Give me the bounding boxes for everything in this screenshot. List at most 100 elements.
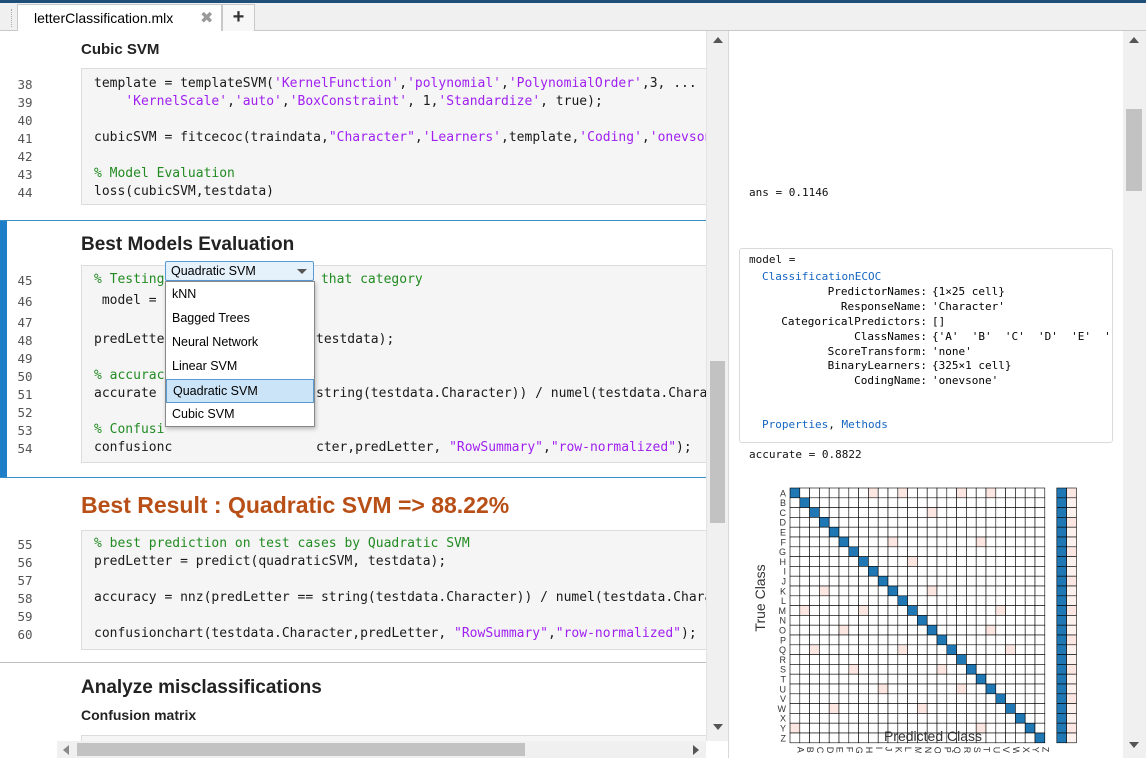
code-line-51[interactable]: accurate (94, 386, 164, 401)
x-tick-label: W (1011, 747, 1021, 753)
line-number: 60 (17, 627, 33, 642)
editor-horizontal-scrollbar[interactable] (57, 741, 706, 758)
output-vertical-scrollbar[interactable] (1123, 31, 1146, 758)
matrix-cell (809, 517, 820, 528)
matrix-cell (858, 526, 869, 538)
chevron-down-icon[interactable] (297, 269, 307, 274)
code-line-39[interactable]: 'KernelScale','auto','BoxConstraint', 1,… (94, 94, 602, 109)
code-token: , (501, 76, 509, 91)
section-heading-best-models: Best Models Evaluation (81, 234, 295, 255)
dropdown-option-knn[interactable]: kNN (166, 283, 314, 307)
matrix-cell (868, 703, 879, 714)
matrix-cell (995, 634, 1006, 646)
matrix-cell (946, 566, 957, 577)
matrix-cell (877, 634, 889, 646)
matrix-cell (789, 693, 801, 704)
matrix-cell (838, 487, 850, 499)
matrix-cell (848, 713, 859, 724)
code-line-50[interactable]: % accuracy (94, 368, 172, 383)
matrix-cell (926, 615, 938, 626)
matrix-cell (877, 526, 889, 538)
scroll-up-icon[interactable] (713, 37, 723, 43)
x-tick-label: B (805, 747, 815, 753)
matrix-cell (838, 595, 850, 606)
model-dropdown[interactable]: Quadratic SVM (165, 261, 314, 281)
model-class-link[interactable]: ClassificationECOC (762, 270, 881, 283)
code-line-41[interactable]: cubicSVM = fitcecoc(traindata,"Character… (94, 130, 706, 145)
scrollbar-thumb[interactable] (1126, 109, 1142, 191)
matrix-cell (975, 644, 987, 655)
matrix-cell (887, 507, 899, 518)
matrix-cell (789, 673, 801, 685)
matrix-cell (838, 703, 850, 714)
matrix-cell (799, 546, 810, 557)
code-line-58[interactable]: accuracy = nnz(predLetter == string(test… (94, 590, 706, 605)
y-tick-label: R (780, 655, 787, 665)
matrix-cell (917, 644, 928, 655)
code-line-51-tail[interactable]: string(testdata.Character)) / numel(test… (316, 386, 706, 401)
matrix-cell (1034, 722, 1046, 734)
matrix-cell (819, 664, 830, 675)
x-tick-label: Y (1031, 747, 1041, 753)
scroll-left-icon[interactable] (63, 745, 69, 755)
matrix-cell (877, 507, 889, 518)
methods-link[interactable]: Methods (841, 418, 887, 431)
dropdown-option-neural-network[interactable]: Neural Network (166, 331, 314, 355)
matrix-cell (1015, 634, 1026, 646)
x-tick-label: C (815, 747, 825, 753)
matrix-cell (926, 693, 938, 704)
matrix-cell (809, 536, 820, 548)
matrix-cell (985, 487, 997, 499)
matrix-cell (917, 664, 928, 675)
x-tick-label: Z (1040, 747, 1050, 753)
matrix-cell (819, 634, 830, 646)
scroll-down-icon[interactable] (1129, 742, 1139, 748)
row-summary-correct-cell (1056, 664, 1067, 675)
tab-letterclassification[interactable]: letterClassification.mlx ✖ (17, 4, 222, 31)
matrix-cell (858, 703, 869, 714)
code-string: "Character" (328, 130, 415, 145)
scroll-up-icon[interactable] (1129, 37, 1139, 43)
matrix-cell (789, 585, 801, 597)
code-line-44[interactable]: loss(cubicSVM,testdata) (94, 184, 274, 199)
code-line-38[interactable]: template = templateSVM('KernelFunction',… (94, 76, 697, 91)
confusion-chart[interactable]: ABCDEFGHIJKLMNOPQRSTUVWXYZ ABCDEFGHIJKLM… (744, 478, 1124, 753)
code-line-53[interactable]: % Confusi (94, 422, 164, 437)
matrix-cell (848, 526, 859, 538)
matrix-cell (848, 624, 859, 636)
x-tick-label: E (835, 747, 845, 753)
tab-grip-handle[interactable] (2, 9, 12, 27)
matrix-cell (907, 536, 918, 548)
code-line-48[interactable]: predLetter (94, 332, 172, 347)
matrix-cell (926, 575, 938, 587)
code-line-54-tail[interactable]: cter,predLetter, "RowSummary","row-norma… (316, 440, 692, 455)
matrix-cell (936, 526, 948, 538)
scroll-down-icon[interactable] (713, 724, 723, 730)
scrollbar-thumb[interactable] (710, 361, 725, 523)
add-tab-button[interactable]: + (222, 4, 255, 31)
matrix-cell (985, 507, 997, 518)
matrix-cell (946, 595, 957, 606)
matrix-cell (897, 654, 908, 665)
code-line-43[interactable]: % Model Evaluation (94, 166, 235, 181)
dropdown-option-linear-svm[interactable]: Linear SVM (166, 355, 314, 379)
code-line-56[interactable]: predLetter = predict(quadraticSVM, testd… (94, 554, 446, 569)
matrix-cell (995, 507, 1006, 518)
y-tick-label: H (780, 557, 787, 567)
row-summary-correct-cell (1056, 624, 1067, 636)
scroll-right-icon[interactable] (693, 745, 699, 755)
code-line-55[interactable]: % best prediction on test cases by Quadr… (94, 536, 470, 551)
code-line-60[interactable]: confusionchart(testdata.Character,predLe… (94, 626, 697, 641)
properties-link[interactable]: Properties (762, 418, 828, 431)
code-line-46[interactable]: model = (94, 293, 164, 308)
dropdown-option-quadratic-svm[interactable]: Quadratic SVM (166, 379, 314, 403)
close-icon[interactable]: ✖ (200, 8, 213, 28)
matrix-cell (828, 497, 840, 508)
dropdown-option-cubic-svm[interactable]: Cubic SVM (166, 403, 314, 427)
editor-vertical-scrollbar[interactable] (706, 31, 728, 741)
scrollbar-thumb[interactable] (77, 743, 525, 756)
code-line-54[interactable]: confusionc (94, 440, 172, 455)
matrix-cell (897, 664, 908, 675)
code-line-48-tail[interactable]: testdata); (316, 332, 394, 347)
dropdown-option-bagged-trees[interactable]: Bagged Trees (166, 307, 314, 331)
